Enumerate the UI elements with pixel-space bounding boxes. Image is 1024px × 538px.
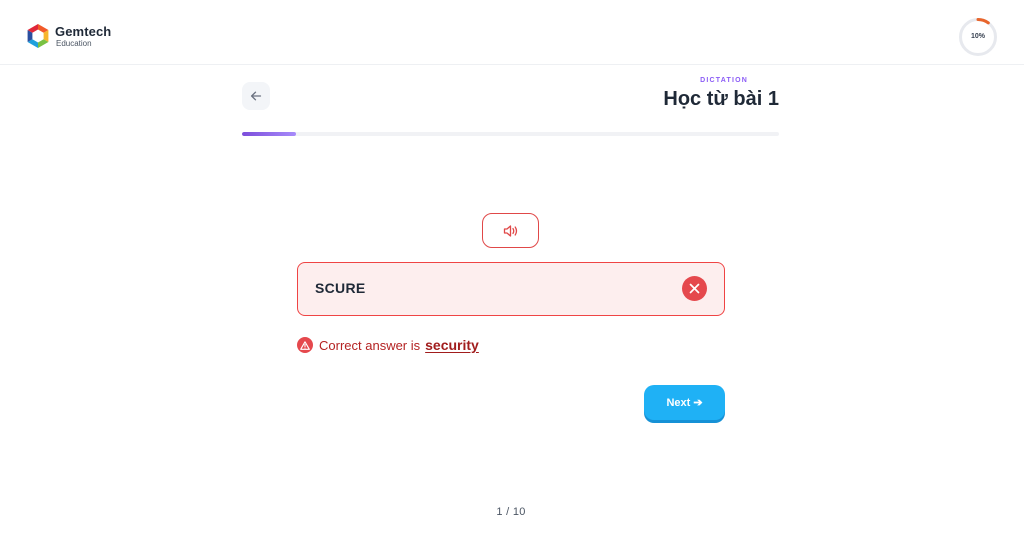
feedback-label: Correct answer is (319, 337, 421, 353)
next-button-label: Next (666, 396, 691, 409)
hexagon-cube-logo-icon (27, 24, 49, 48)
answer-input[interactable]: SCURE (297, 262, 725, 316)
next-button[interactable]: Next ➔ (644, 385, 725, 420)
question-counter: 1 / 10 (496, 506, 526, 518)
exercise-mode-label: DICTATION (700, 77, 748, 84)
answer-value: SCURE (315, 280, 366, 296)
top-bar: Gemtech Education 10% (0, 0, 1024, 65)
lesson-progress-bar (242, 132, 779, 136)
completion-percent: 10% (970, 33, 985, 40)
answer-feedback: Correct answer is security (297, 337, 479, 353)
warning-icon (297, 337, 313, 353)
play-audio-button[interactable] (482, 213, 539, 248)
close-icon (689, 283, 700, 294)
arrow-left-icon (250, 91, 262, 101)
speaker-icon (503, 224, 517, 237)
completion-ring: 10% (958, 17, 998, 57)
back-button[interactable] (242, 82, 270, 110)
lesson-progress-fill (242, 132, 296, 136)
arrow-right-icon: ➔ (693, 397, 703, 409)
page-title: Học từ bài 1 (663, 88, 779, 110)
brand-subtitle: Education (56, 38, 92, 48)
clear-answer-button[interactable] (682, 276, 707, 301)
brand-logo[interactable]: Gemtech Education (26, 23, 111, 49)
brand-name: Gemtech (55, 23, 112, 39)
correct-answer-word: security (425, 337, 479, 353)
